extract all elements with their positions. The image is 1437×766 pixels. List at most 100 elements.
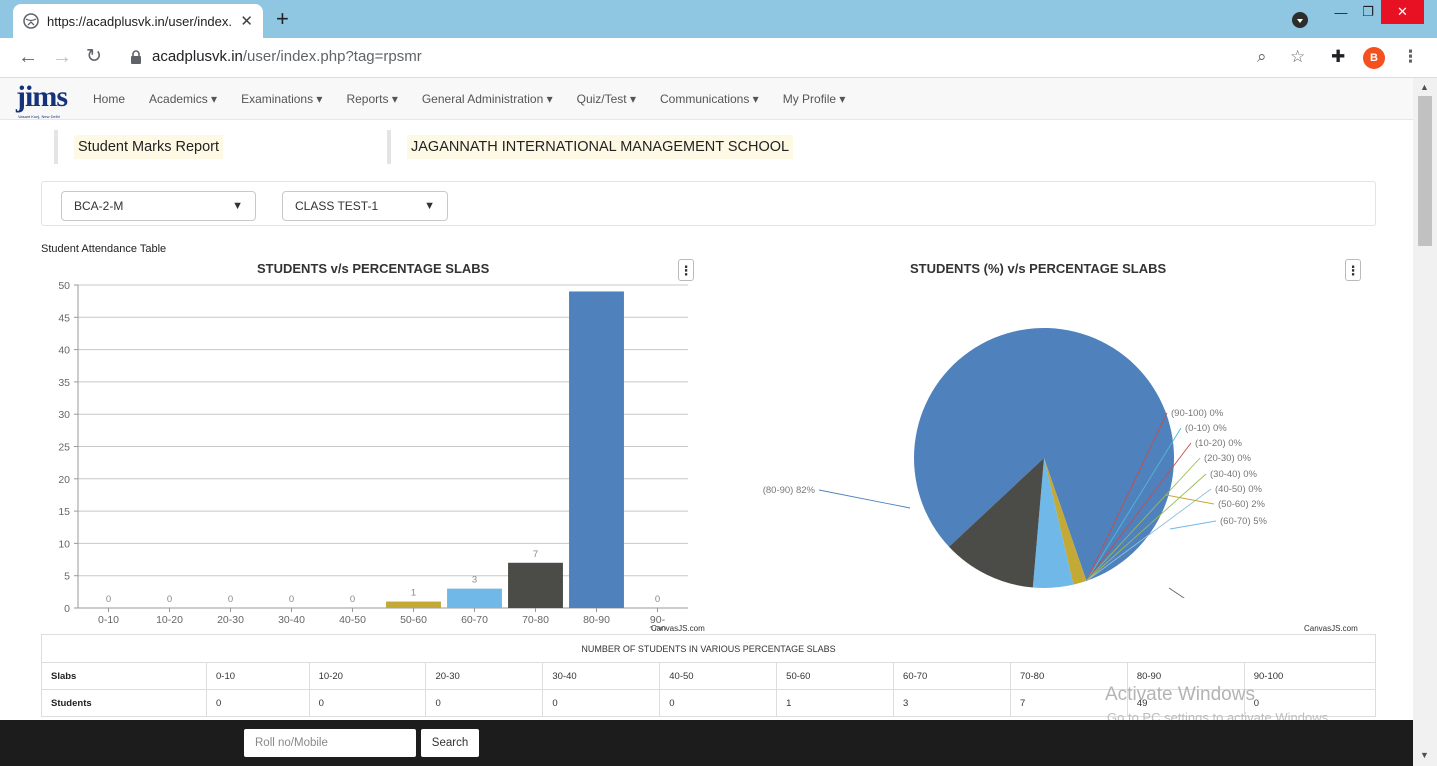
bar-value-label: 0 — [167, 594, 172, 605]
y-tick-label: 30 — [58, 409, 70, 421]
lock-icon — [131, 49, 141, 64]
x-tick-label: 50-60 — [400, 614, 427, 626]
y-tick-label: 50 — [58, 280, 70, 292]
slab-cell: 50-60 — [776, 662, 895, 690]
restore-button[interactable]: ❐ — [1355, 0, 1381, 24]
class-select[interactable]: BCA-2-M ▼ — [61, 191, 256, 221]
menu-home[interactable]: Home — [93, 92, 125, 106]
student-count-cell: 3 — [893, 689, 1011, 717]
y-tick-label: 20 — [58, 474, 70, 486]
pie-connector — [1169, 520, 1217, 530]
school-name: JAGANNATH INTERNATIONAL MANAGEMENT SCHOO… — [407, 135, 794, 159]
y-tick-label: 25 — [58, 442, 70, 454]
reload-icon[interactable]: ↻ — [86, 46, 102, 68]
scrollbar-thumb[interactable] — [1418, 96, 1432, 246]
profile-menu-icon[interactable] — [1292, 12, 1308, 28]
pie-connector — [1168, 587, 1185, 598]
url-path: /user/index.php?tag=rpsmr — [242, 48, 422, 65]
bar-50-60 — [386, 601, 441, 608]
back-icon[interactable]: ← — [18, 46, 38, 68]
bar-value-label: 0 — [228, 594, 233, 605]
pie-label: (80-90) 82% — [763, 485, 816, 496]
url-domain: acadplusvk.in — [152, 48, 243, 65]
browser-tab[interactable]: https://acadplusvk.in/user/index. ✕ — [13, 4, 263, 38]
scroll-up-icon[interactable]: ▲ — [1420, 82, 1429, 92]
tab-close-icon[interactable]: ✕ — [240, 12, 253, 30]
logo-subtext: Vasant Kunj, New Delhi — [18, 114, 60, 119]
kebab-menu-icon[interactable]: ⋮ — [1402, 47, 1419, 67]
student-count-cell: 0 — [308, 689, 427, 717]
pie-chart-menu-icon[interactable]: ⋮ — [1345, 259, 1361, 281]
bar-chart-credit: CanvasJS.com — [651, 624, 705, 633]
y-tick-label: 45 — [58, 312, 70, 324]
bar-80-90 — [569, 291, 624, 608]
minimize-button[interactable]: — — [1327, 0, 1355, 24]
bar-60-70 — [447, 588, 502, 608]
test-select-value: CLASS TEST-1 — [295, 199, 379, 213]
site-logo[interactable]: jims Vasant Kunj, New Delhi — [16, 80, 82, 120]
page-content: jims Vasant Kunj, New Delhi Home Academi… — [0, 78, 1413, 766]
bar-chart-title: STUDENTS v/s PERCENTAGE SLABS — [257, 261, 490, 276]
page-title: Student Marks Report — [74, 135, 224, 159]
bar-value-label: 7 — [533, 549, 538, 560]
new-tab-button[interactable]: + — [276, 8, 289, 30]
menu-academics[interactable]: Academics ▾ — [149, 92, 217, 106]
report-title-box: Student Marks Report — [54, 130, 239, 164]
slab-cell: 40-50 — [659, 662, 778, 690]
menu-my-profile[interactable]: My Profile ▾ — [783, 92, 846, 106]
pie-label: (10-20) 0% — [1195, 438, 1243, 449]
site-navbar: jims Vasant Kunj, New Delhi Home Academi… — [0, 78, 1413, 120]
menu-communications[interactable]: Communications ▾ — [660, 92, 759, 106]
y-tick-label: 15 — [58, 506, 70, 518]
extensions-icon[interactable]: ✚ — [1331, 47, 1345, 67]
x-tick-label: 0-10 — [98, 614, 119, 626]
logo-text: jims — [16, 80, 68, 113]
zoom-icon[interactable]: ⌕ — [1257, 47, 1267, 67]
close-window-button[interactable]: ✕ — [1381, 0, 1424, 24]
pie-chart: (80-90) 82% (90-100) 0% (0-10) 0% (10-20) 0… — [763, 327, 1268, 598]
test-select[interactable]: CLASS TEST-1 ▼ — [282, 191, 448, 221]
bar-value-label: 0 — [289, 594, 294, 605]
y-tick-label: 40 — [58, 345, 70, 357]
x-tick-label: 70-80 — [522, 614, 549, 626]
y-tick-label: 10 — [58, 538, 70, 550]
activate-windows-title: Activate Windows — [1105, 684, 1255, 705]
page-scrollbar[interactable]: ▲ ▼ — [1413, 78, 1437, 766]
slab-cell: 10-20 — [308, 662, 427, 690]
slab-cell: 20-30 — [425, 662, 544, 690]
forward-icon[interactable]: → — [52, 46, 72, 68]
menu-quiz-test[interactable]: Quiz/Test ▾ — [577, 92, 636, 106]
bar-value-label: 3 — [472, 575, 477, 586]
search-button[interactable]: Search — [421, 729, 479, 757]
pie-chart-credit: CanvasJS.com — [1304, 624, 1358, 633]
row-label: Students — [41, 689, 207, 717]
x-tick-label: 20-30 — [217, 614, 244, 626]
bar-value-label: 0 — [655, 594, 660, 605]
roll-search-input[interactable] — [244, 729, 416, 757]
menu-general-administration[interactable]: General Administration ▾ — [422, 92, 553, 106]
menu-examinations[interactable]: Examinations ▾ — [241, 92, 322, 106]
scroll-down-icon[interactable]: ▼ — [1420, 750, 1429, 760]
url-field[interactable]: acadplusvk.in/user/index.php?tag=rpsmr — [130, 48, 422, 65]
slab-cell: 30-40 — [542, 662, 661, 690]
school-name-box: JAGANNATH INTERNATIONAL MANAGEMENT SCHOO… — [387, 130, 809, 164]
bar-value-label: 0 — [106, 594, 111, 605]
bookmark-star-icon[interactable]: ☆ — [1290, 47, 1305, 67]
pie-label: (40-50) 0% — [1215, 484, 1263, 495]
pie-connector — [1165, 494, 1215, 505]
bar-value-label: 1 — [411, 588, 416, 599]
class-select-value: BCA-2-M — [74, 199, 124, 213]
filter-panel: BCA-2-M ▼ CLASS TEST-1 ▼ — [41, 181, 1376, 226]
tab-title: https://acadplusvk.in/user/index. — [47, 13, 232, 29]
address-bar: ← → ↻ acadplusvk.in/user/index.php?tag=r… — [0, 38, 1437, 78]
bar-70-80 — [508, 562, 563, 608]
pie-label: (0-10) 0% — [1185, 423, 1227, 434]
pie-chart-title: STUDENTS (%) v/s PERCENTAGE SLABS — [910, 261, 1167, 276]
student-count-cell: 1 — [776, 689, 895, 717]
globe-icon — [23, 13, 39, 29]
avatar[interactable]: B — [1363, 47, 1385, 69]
menu-reports[interactable]: Reports ▾ — [346, 92, 397, 106]
x-tick-label: 40-50 — [339, 614, 366, 626]
pie-label: (20-30) 0% — [1204, 453, 1252, 464]
pie-connector — [818, 489, 911, 509]
